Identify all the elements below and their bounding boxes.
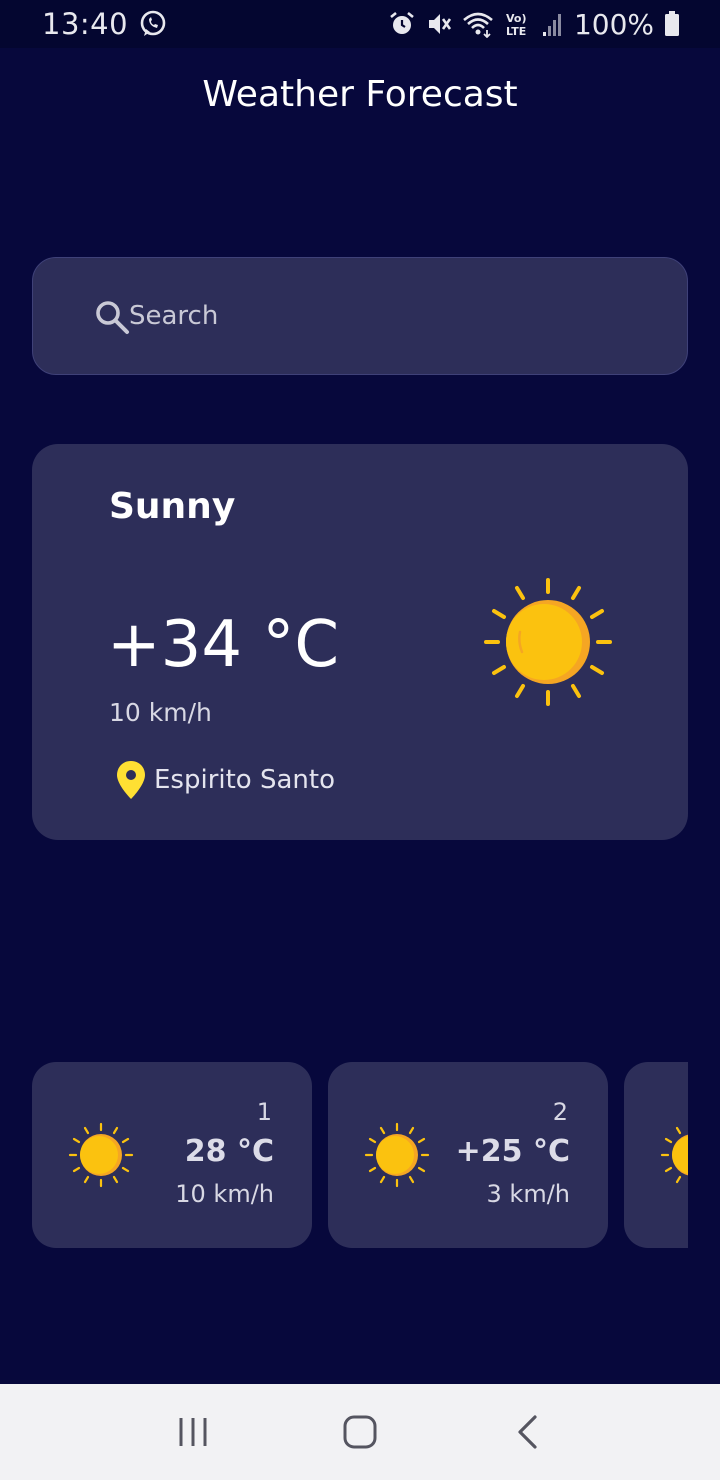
- svg-text:LTE: LTE: [506, 25, 526, 38]
- forecast-card[interactable]: 2 +25 °C 3 km/h: [328, 1062, 608, 1248]
- weather-condition: Sunny: [109, 486, 236, 527]
- sun-icon: [68, 1122, 134, 1192]
- forecast-day: 1: [256, 1098, 272, 1126]
- system-nav-bar: [0, 1384, 720, 1480]
- sun-icon: [660, 1122, 688, 1192]
- page-title: Weather Forecast: [202, 74, 518, 115]
- search-bar[interactable]: [32, 257, 688, 375]
- wind-speed: 10 km/h: [109, 698, 212, 727]
- wifi-icon: [462, 10, 494, 38]
- sun-icon: [482, 576, 614, 712]
- home-icon[interactable]: [330, 1402, 390, 1462]
- location-pin-icon: [116, 760, 146, 800]
- signal-icon: [542, 10, 564, 38]
- current-temperature: +34 °C: [107, 608, 340, 682]
- forecast-temperature: 28 °C: [184, 1134, 274, 1169]
- back-icon[interactable]: [497, 1402, 557, 1462]
- forecast-card[interactable]: 1 28 °C 10 km/h: [32, 1062, 312, 1248]
- status-right: Vo) LTE 100%: [388, 8, 680, 41]
- svg-text:Vo): Vo): [506, 12, 527, 25]
- search-icon: [93, 298, 131, 340]
- forecast-wind: 3 km/h: [486, 1180, 570, 1208]
- forecast-card[interactable]: [624, 1062, 688, 1248]
- forecast-wind: 10 km/h: [175, 1180, 274, 1208]
- status-left: 13:40: [42, 7, 168, 41]
- status-time: 13:40: [42, 7, 129, 41]
- location-name: Espirito Santo: [154, 765, 335, 795]
- recent-apps-icon[interactable]: [163, 1402, 223, 1462]
- mute-icon: [426, 10, 452, 38]
- forecast-day: 2: [552, 1098, 568, 1126]
- forecast-list[interactable]: 1 28 °C 10 km/h 2 +25 °C 3 km/h: [32, 1062, 688, 1248]
- battery-icon: [664, 10, 680, 38]
- current-weather-card: Sunny +34 °C 10 km/h Espirito Santo: [32, 444, 688, 840]
- volte-icon: Vo) LTE: [504, 10, 532, 38]
- forecast-track: 1 28 °C 10 km/h 2 +25 °C 3 km/h: [32, 1062, 688, 1248]
- battery-percent: 100%: [573, 7, 654, 41]
- search-input[interactable]: [129, 258, 659, 373]
- whatsapp-icon: [138, 9, 168, 39]
- sun-icon: [364, 1122, 430, 1192]
- alarm-icon: [388, 10, 416, 38]
- location-row: Espirito Santo: [116, 760, 335, 800]
- status-bar: 13:40 Vo) LTE 100%: [0, 0, 720, 48]
- forecast-temperature: +25 °C: [455, 1134, 570, 1169]
